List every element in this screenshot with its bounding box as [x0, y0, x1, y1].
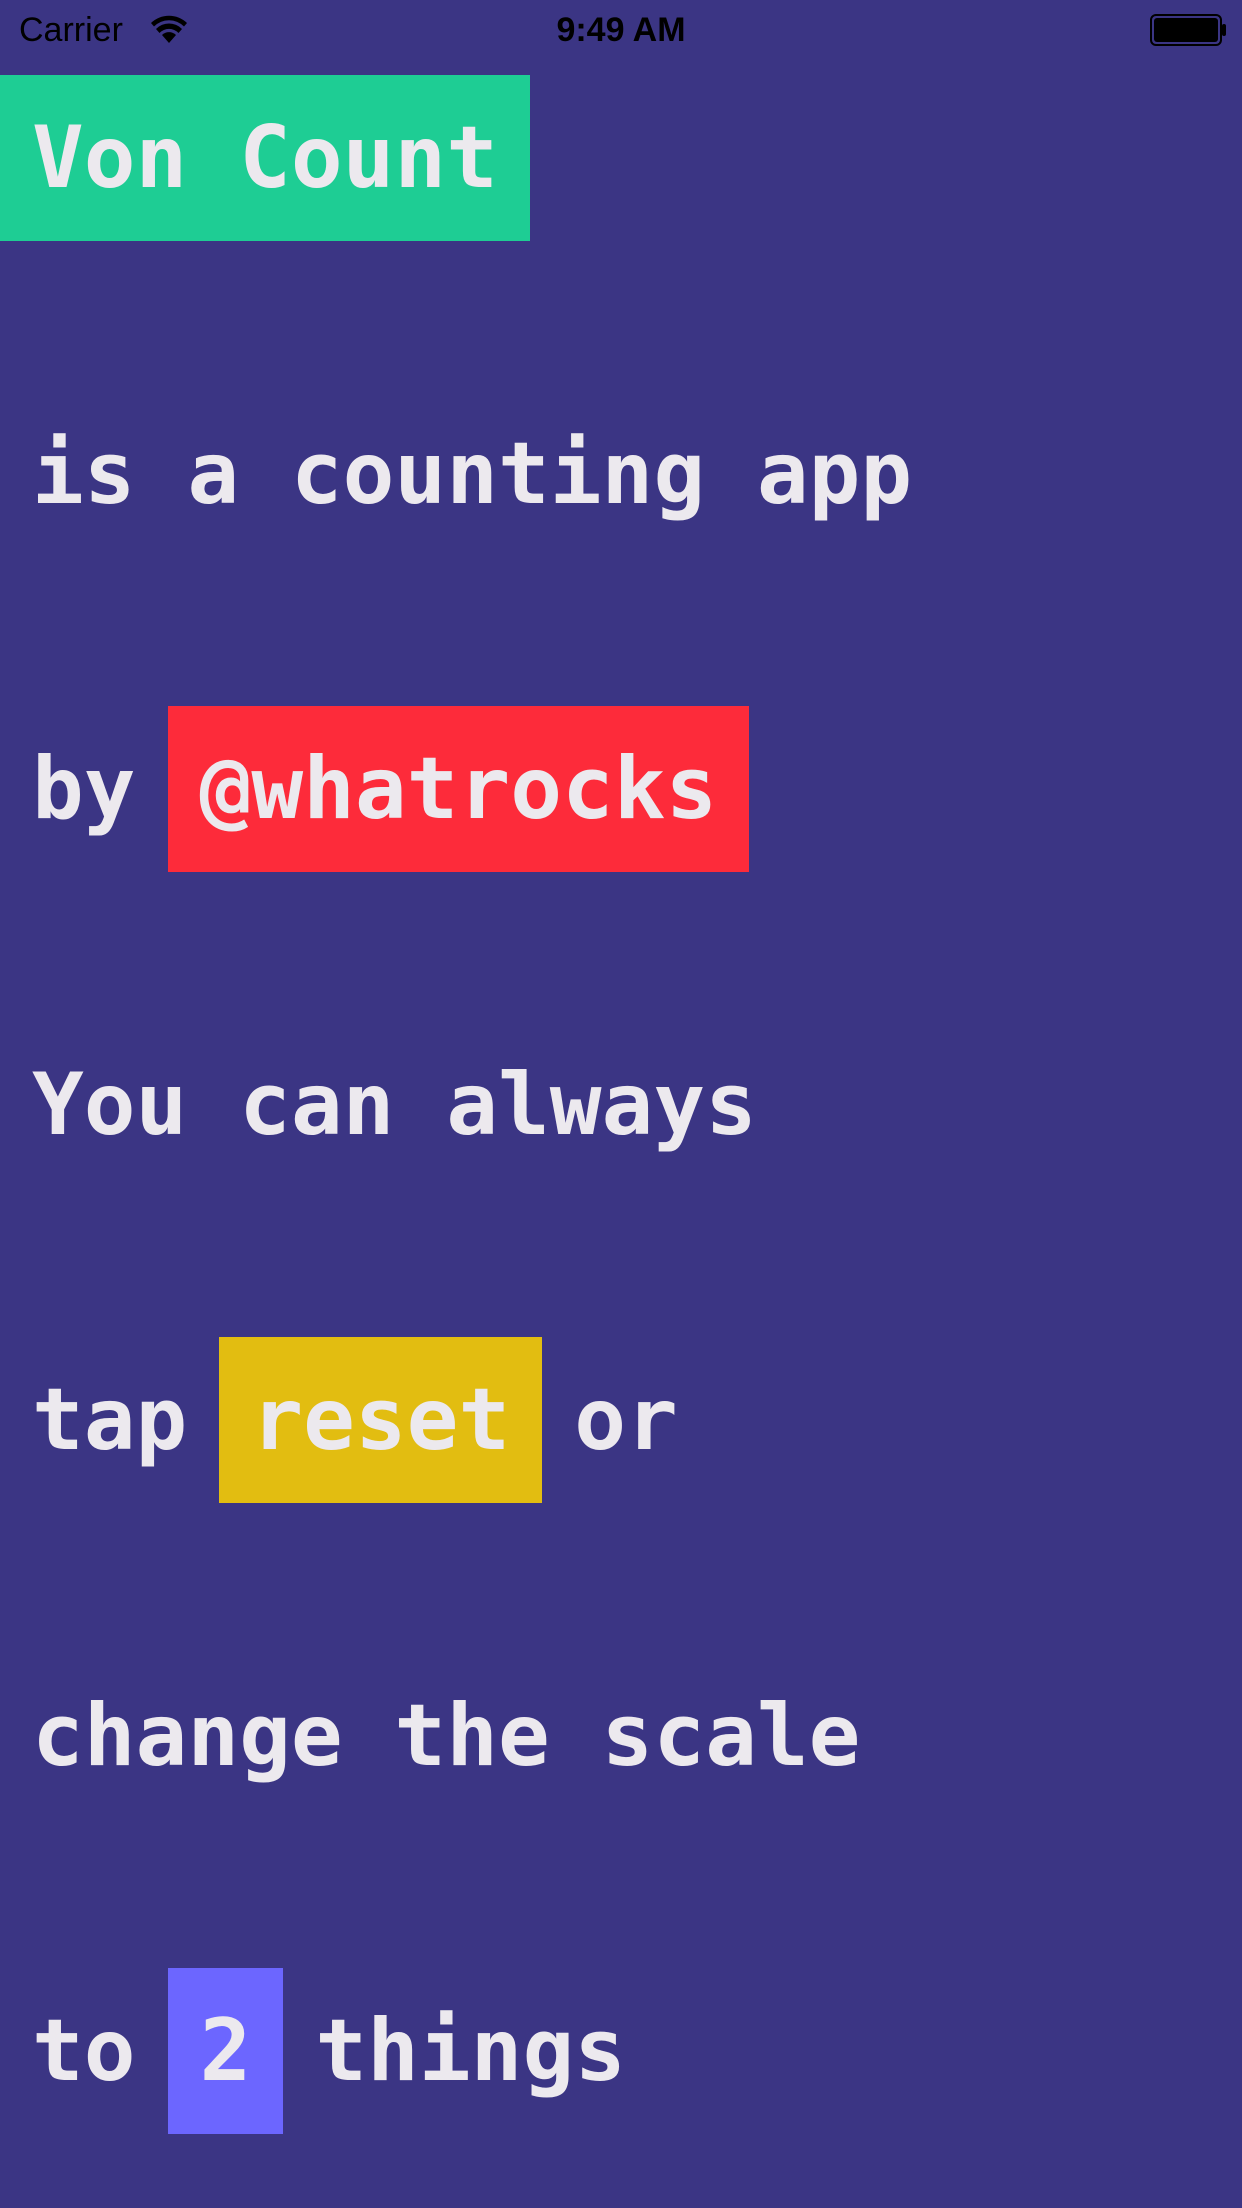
battery-icon	[1150, 14, 1226, 46]
author-handle-link[interactable]: @whatrocks	[167, 706, 750, 872]
reset-row: tap reset or	[0, 1337, 678, 1503]
hint-text: You can always	[32, 1055, 757, 1155]
scale-hint-text: change the scale	[32, 1686, 861, 1786]
status-time: 9:49 AM	[556, 11, 686, 49]
author-prefix: by	[32, 739, 136, 839]
app-title: Von Count	[0, 75, 530, 241]
reset-suffix: or	[574, 1370, 678, 1470]
author-row: by @whatrocks	[0, 706, 750, 872]
hint-row: You can always	[0, 1022, 757, 1188]
title-row: Von Count	[0, 75, 530, 241]
description-text: is a counting app	[32, 424, 913, 524]
reset-prefix: tap	[32, 1370, 188, 1470]
description-row: is a counting app	[0, 391, 912, 557]
reset-button[interactable]: reset	[219, 1337, 543, 1503]
scale-row: to 2 things	[0, 1968, 626, 2134]
scale-prefix: to	[32, 2001, 136, 2101]
scale-value-button[interactable]: 2	[167, 1968, 284, 2134]
scale-suffix: things	[315, 2001, 627, 2101]
scale-hint-row: change the scale	[0, 1653, 860, 1819]
status-bar: Carrier 9:49 AM	[0, 0, 1242, 60]
